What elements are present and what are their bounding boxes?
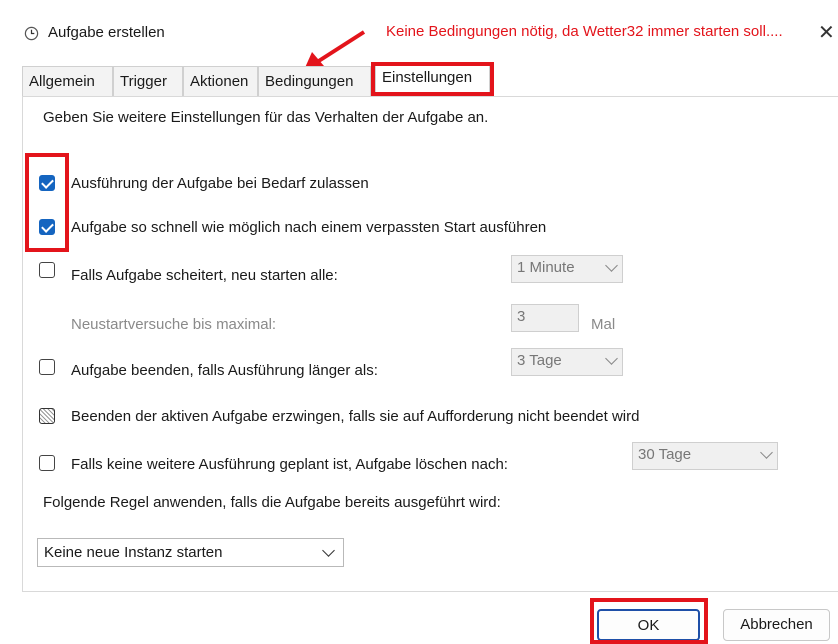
tab-aktionen[interactable]: Aktionen (183, 66, 258, 96)
highlight-box-checkboxes (25, 153, 69, 252)
restart-attempts-value: 3 (517, 308, 526, 325)
window-title: Aufgabe erstellen (48, 24, 165, 41)
run-after-missed-label: Aufgabe so schnell wie möglich nach eine… (71, 219, 547, 236)
restart-interval-select[interactable]: 1 Minute (511, 255, 623, 283)
restart-interval-value: 1 Minute (517, 259, 575, 276)
force-stop-label: Beenden der aktiven Aufgabe erzwingen, f… (71, 408, 640, 425)
delete-after-label: Falls keine weitere Ausführung geplant i… (71, 456, 508, 473)
restart-on-fail-checkbox[interactable] (39, 262, 55, 278)
stop-if-longer-label: Aufgabe beenden, falls Ausführung länger… (71, 362, 378, 379)
tab-bedingungen[interactable]: Bedingungen (258, 66, 371, 96)
stop-duration-select[interactable]: 3 Tage (511, 348, 623, 376)
restart-attempts-input[interactable]: 3 (511, 304, 579, 332)
delete-after-value: 30 Tage (638, 446, 692, 463)
delete-after-select[interactable]: 30 Tage (632, 442, 778, 470)
chevron-down-icon (322, 544, 335, 557)
delete-after-checkbox[interactable] (39, 455, 55, 471)
chevron-down-icon (605, 352, 618, 365)
rule-label: Folgende Regel anwenden, falls die Aufga… (43, 494, 501, 511)
tab-trigger[interactable]: Trigger (113, 66, 183, 96)
rule-value: Keine neue Instanz starten (44, 544, 223, 561)
stop-if-longer-checkbox[interactable] (39, 359, 55, 375)
restart-attempts-unit: Mal (591, 316, 616, 333)
settings-description: Geben Sie weitere Einstellungen für das … (43, 109, 489, 126)
highlight-box-ok (590, 598, 708, 644)
rule-select[interactable]: Keine neue Instanz starten (37, 538, 344, 567)
chevron-down-icon (605, 259, 618, 272)
stop-duration-value: 3 Tage (517, 352, 562, 369)
cancel-button[interactable]: Abbrechen (723, 609, 830, 641)
restart-on-fail-label: Falls Aufgabe scheitert, neu starten all… (71, 267, 338, 284)
annotation-text: Keine Bedingungen nötig, da Wetter32 imm… (386, 23, 783, 40)
settings-panel (22, 96, 838, 592)
restart-attempts-label: Neustartversuche bis maximal: (71, 316, 277, 333)
close-icon[interactable]: ✕ (818, 20, 835, 45)
highlight-box-tab (371, 62, 494, 96)
chevron-down-icon (760, 446, 773, 459)
tab-allgemein[interactable]: Allgemein (22, 66, 113, 96)
force-stop-checkbox[interactable] (39, 408, 55, 424)
allow-on-demand-label: Ausführung der Aufgabe bei Bedarf zulass… (71, 175, 369, 192)
clock-icon (24, 26, 39, 41)
